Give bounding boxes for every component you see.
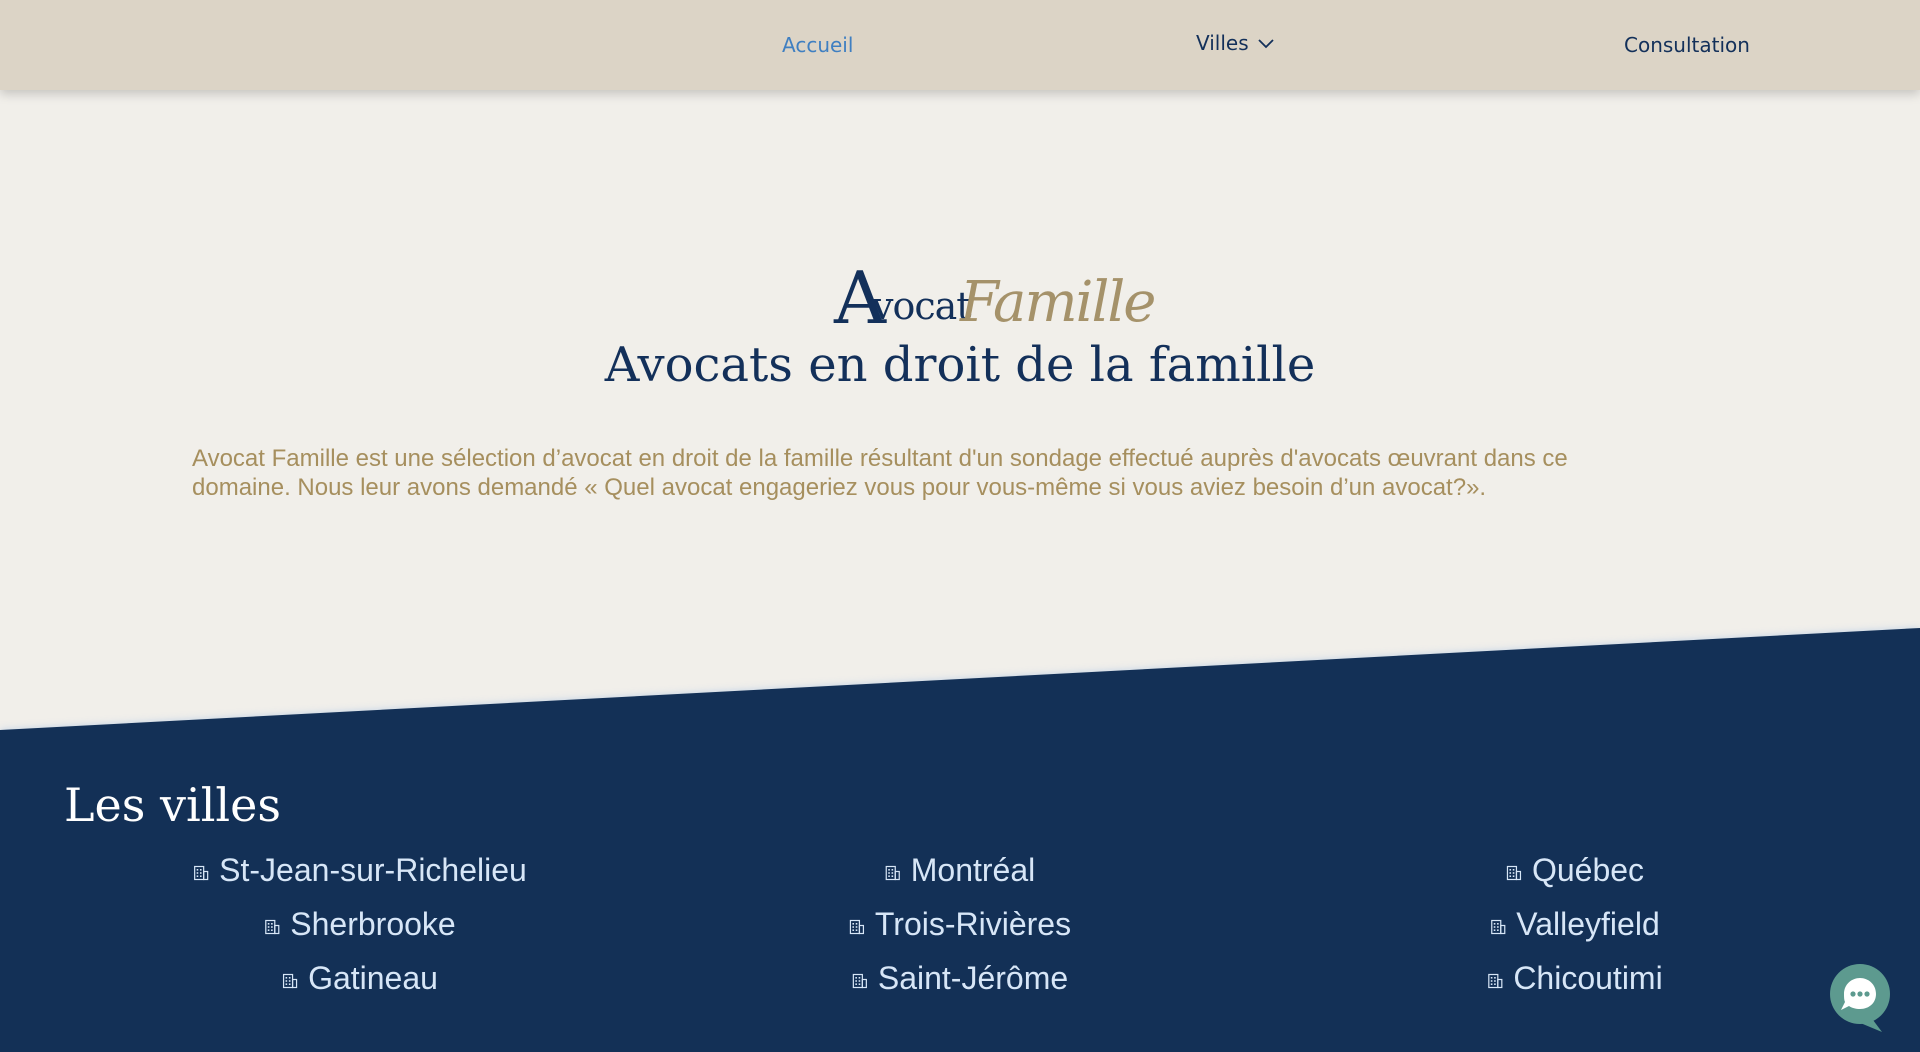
city-label: St-Jean-sur-Richelieu	[219, 852, 527, 888]
city-label: Montréal	[910, 852, 1036, 888]
nav-consultation[interactable]: Consultation	[1624, 31, 1750, 59]
building-icon	[1506, 865, 1522, 881]
city-label: Gatineau	[308, 960, 438, 996]
building-icon	[885, 865, 900, 881]
city-label: Chicoutimi	[1513, 960, 1663, 996]
building-icon	[194, 865, 209, 881]
chevron-down-icon	[1258, 39, 1274, 49]
city-label: Québec	[1531, 852, 1645, 888]
city-label: Valleyfield	[1516, 906, 1660, 942]
city-link[interactable]: Montréal	[885, 850, 1036, 890]
city-link[interactable]: St-Jean-sur-Richelieu	[193, 850, 527, 890]
city-label: Sherbrooke	[290, 906, 456, 942]
nav-villes[interactable]: Villes	[1196, 29, 1275, 57]
logo-avocat: vocat	[872, 284, 972, 328]
avocat-famille-logo[interactable]: A vocat Famille	[834, 262, 1156, 342]
city-label: Saint-Jérôme	[877, 960, 1069, 996]
city-link[interactable]: Sherbrooke	[264, 904, 456, 944]
building-icon	[282, 973, 298, 989]
building-icon	[852, 973, 867, 989]
building-icon	[1491, 919, 1506, 935]
building-icon	[265, 919, 280, 935]
page-title: Avocats en droit de la famille	[604, 337, 1316, 393]
top-navigation: Accueil Villes Consultation	[0, 0, 1920, 90]
city-link[interactable]: Saint-Jérôme	[852, 958, 1068, 998]
chat-bubble-icon[interactable]	[1830, 964, 1890, 1034]
city-link[interactable]: Valleyfield	[1490, 904, 1660, 944]
city-link[interactable]: Chicoutimi	[1487, 958, 1663, 998]
logo-famille: Famille	[960, 270, 1156, 335]
city-link[interactable]: Trois-Rivières	[849, 904, 1071, 944]
building-icon	[1488, 973, 1503, 989]
city-link[interactable]: Québec	[1506, 850, 1644, 890]
building-icon	[849, 919, 865, 935]
intro-paragraph: Avocat Famille est une sélection d’avoca…	[192, 445, 1568, 501]
nav-accueil[interactable]: Accueil	[782, 31, 853, 59]
city-link[interactable]: Gatineau	[282, 958, 438, 998]
city-label: Trois-Rivières	[874, 906, 1072, 942]
villes-heading: Les villes	[64, 778, 281, 832]
nav-villes-label: Villes	[1196, 31, 1249, 55]
